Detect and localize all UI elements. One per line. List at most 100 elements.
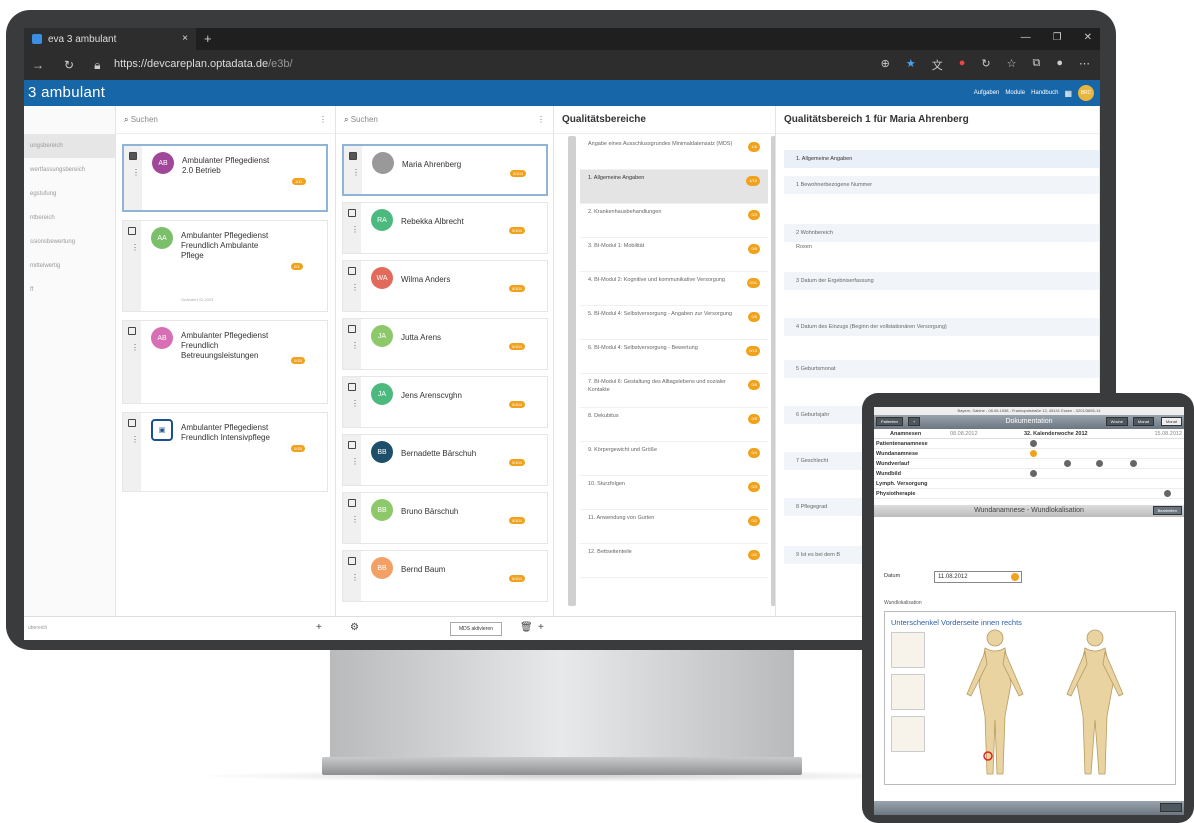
reload-icon[interactable]: ↻ [64,58,74,73]
checkbox[interactable] [348,383,356,391]
more-icon[interactable]: ⋮ [131,243,139,252]
quality-item[interactable]: 6. BI-Modul 4: Selbstversorgung - Bewert… [580,340,768,374]
legs-thumb[interactable] [891,674,925,710]
footer-button[interactable] [1160,803,1182,812]
sidebar-item-6[interactable]: ff [24,278,115,302]
detail-row[interactable]: 1 Bewohnerbezogene Nummer [784,176,1099,194]
timeline-row[interactable]: Lymph. Versorgung [874,479,1184,489]
entry-dot[interactable] [1064,460,1071,467]
timeline-row[interactable]: Wundbild [874,469,1184,479]
browser-tab[interactable]: eva 3 ambulant × [24,28,196,50]
translate-icon[interactable]: 文 [932,57,943,73]
close-tab-icon[interactable]: × [182,33,188,44]
provider-more-icon[interactable]: ⋮ [319,115,327,124]
add-button[interactable]: + [908,417,921,426]
checkbox[interactable] [128,227,136,235]
checkbox[interactable] [348,209,356,217]
new-tab-button[interactable]: + [204,31,212,46]
timeline-row[interactable]: Physiotherapie [874,489,1184,499]
maximize-icon[interactable]: ❐ [1053,32,1062,43]
more-icon[interactable]: ⋮ [351,399,359,408]
more-icon[interactable]: ⋮ [351,225,359,234]
entry-dot[interactable] [1130,460,1137,467]
patient-card[interactable]: ⋮ JA Jutta Arens 0/104 [342,318,548,370]
sidebar-item-3[interactable]: ntbereich [24,206,115,230]
checkbox[interactable] [348,441,356,449]
user-avatar[interactable]: BRC [1078,85,1094,101]
dropdown-icon[interactable] [1011,573,1019,581]
more-icon[interactable]: ⋮ [351,515,359,524]
provider-card[interactable]: ⋮ AB Ambulanter Pflegedienst 2.0 Betrieb… [122,144,328,212]
patient-more-icon[interactable]: ⋮ [537,115,545,124]
patient-card[interactable]: ⋮ BB Bernd Baum 0/104 [342,550,548,602]
date-input[interactable]: 11.08.2012 [934,571,1022,583]
sidebar-item-0[interactable]: ungsbereich [24,134,115,158]
quality-item[interactable]: 1. Allgemeine Angaben 1/10 [580,170,768,204]
quality-item[interactable]: 10. Sturzfolgen 0/3 [580,476,768,510]
body-full-thumb[interactable] [891,632,925,668]
timeline-row[interactable]: Wundanamnese [874,449,1184,459]
more-icon[interactable]: ⋮ [131,435,139,444]
provider-card[interactable]: ⋮ AA Ambulanter Pflegedienst Freundlich … [122,220,328,312]
tab-week[interactable]: Woche [1105,417,1128,426]
entry-dot[interactable] [1030,440,1037,447]
minimize-icon[interactable]: — [1021,32,1031,43]
forward-icon[interactable]: → [32,58,44,73]
tab-month-active[interactable]: Monat [1160,417,1182,426]
feet-thumb[interactable] [891,716,925,752]
checkbox[interactable] [348,325,356,333]
more-icon[interactable]: ⋮ [351,341,359,350]
more-icon[interactable]: ⋮ [131,343,139,352]
body-figure-icon[interactable] [945,624,1165,784]
patient-card[interactable]: ⋮ BB Bernadette Bärschuh 0/104 [342,434,548,486]
entry-dot[interactable] [1030,470,1037,477]
provider-search-input[interactable]: Suchen [131,115,158,124]
add-provider-icon[interactable]: + [316,622,322,633]
back-button[interactable]: Patienten [876,417,903,426]
patient-card[interactable]: ⋮ Maria Ahrenberg 0/104 [342,144,548,196]
quality-item[interactable]: Angabe eines Ausschlussgrundes Minimalda… [580,136,768,170]
sidebar-item-5[interactable]: mittelwertig [24,254,115,278]
settings-icon[interactable]: ⚙ [350,622,359,633]
detail-row[interactable]: Rosen [784,244,1099,250]
checkbox[interactable] [349,152,357,160]
checkbox[interactable] [348,499,356,507]
quality-item[interactable]: 3. BI-Modul 1: Mobilität 0/5 [580,238,768,272]
quality-item[interactable]: 12. Bettseitenteile 0/2 [580,544,768,578]
sidebar-item-1[interactable]: wertfassungsbereich [24,158,115,182]
detail-row[interactable]: 2 Wohnbereich [784,224,1099,242]
sidebar-item-4[interactable]: ssionsbewertung [24,230,115,254]
apps-grid-icon[interactable]: ▦ [1064,89,1072,98]
more-icon[interactable]: ⋮ [132,168,140,177]
add-patient-icon[interactable]: + [538,622,544,633]
more-icon[interactable]: ⋮ [351,283,359,292]
menu-tasks[interactable]: Aufgaben [974,90,1000,96]
more-icon[interactable]: ⋮ [352,168,360,177]
mds-activate-button[interactable]: MDS aktivieren [450,622,502,636]
timeline-row[interactable]: Wundverlauf [874,459,1184,469]
checkbox[interactable] [348,267,356,275]
more-icon[interactable]: ⋯ [1079,57,1090,73]
quality-item[interactable]: 11. Anwendung von Gurten 0/2 [580,510,768,544]
checkbox[interactable] [128,419,136,427]
collections-icon[interactable]: ⧉ [1032,57,1040,73]
quality-item[interactable]: 4. BI-Modul 2: Kognitive und kommunikati… [580,272,768,306]
patient-search-input[interactable]: Suchen [351,115,378,124]
quality-item[interactable]: 9. Körpergewicht und Größe 0/4 [580,442,768,476]
entry-dot[interactable] [1096,460,1103,467]
edit-button[interactable]: Bearbeiten [1152,506,1182,515]
favorites-icon[interactable]: ☆ [1007,57,1017,73]
provider-card[interactable]: ⋮ ▣ Ambulanter Pflegedienst Freundlich I… [122,412,328,492]
more-icon[interactable]: ⋮ [351,457,359,466]
provider-search[interactable]: ⌕ Suchen ⋮ [116,106,335,134]
zoom-icon[interactable]: ⊕ [881,57,890,73]
checkbox[interactable] [129,152,137,160]
entry-dot[interactable] [1164,490,1171,497]
refresh-icon[interactable]: ↻ [981,57,990,73]
timeline-row[interactable]: Patientenanamnese [874,439,1184,449]
entry-dot[interactable] [1030,450,1037,457]
star-icon[interactable]: ★ [906,57,916,73]
extension-icon[interactable]: ● [959,57,966,73]
delete-icon[interactable]: 🗑︎ [520,622,533,633]
quality-item[interactable]: 7. BI-Modul 6: Gestaltung des Alltagsleb… [580,374,768,408]
